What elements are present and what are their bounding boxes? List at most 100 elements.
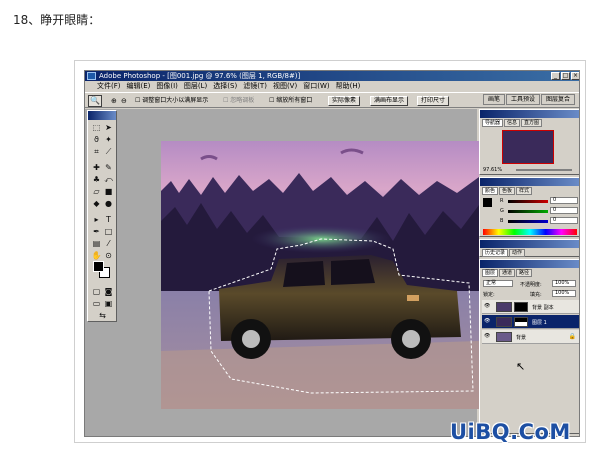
standard-mode-icon[interactable]: ▢: [91, 287, 102, 297]
layer-row-background-copy[interactable]: 👁 背景 副本: [482, 300, 579, 314]
eyedropper-icon[interactable]: ⁄: [103, 239, 114, 249]
menu-image[interactable]: 图像(I): [156, 81, 178, 92]
watermark: UiBQ.CoM: [450, 420, 571, 444]
dodge-tool-icon[interactable]: ●: [103, 199, 114, 209]
history-brush-icon[interactable]: ⤺: [103, 175, 114, 185]
navigator-zoom-slider[interactable]: [516, 169, 572, 171]
tab-history[interactable]: 历史记录: [482, 249, 509, 257]
green-slider[interactable]: [508, 210, 548, 213]
tab-channels[interactable]: 通道: [499, 269, 516, 277]
navigator-header[interactable]: [480, 110, 579, 118]
hand-tool-icon[interactable]: ✋: [91, 251, 102, 261]
history-header[interactable]: [480, 240, 579, 248]
visibility-eye-icon[interactable]: 👁: [484, 319, 490, 324]
menu-select[interactable]: 选择(S): [213, 81, 237, 92]
layer-row-layer-1[interactable]: 👁 图层 1: [482, 315, 579, 329]
slice-tool-icon[interactable]: ⟋: [103, 147, 114, 157]
layer-row-background[interactable]: 👁 背景 🔒: [482, 330, 579, 344]
menu-bar: 文件(F) 编辑(E) 图像(I) 图层(L) 选择(S) 滤镜(T) 视图(V…: [85, 81, 579, 92]
tab-layers[interactable]: 图层: [482, 269, 499, 277]
green-value[interactable]: 0: [550, 207, 578, 214]
menu-edit[interactable]: 编辑(E): [127, 81, 151, 92]
tab-info[interactable]: 信息: [504, 119, 521, 127]
palette-well: 画笔 工具预设 图层复合: [482, 94, 575, 105]
toolbox-header[interactable]: [88, 111, 116, 120]
layer-mask-thumbnail[interactable]: [514, 302, 528, 312]
clone-stamp-icon[interactable]: ♣: [91, 175, 102, 185]
brush-tool-icon[interactable]: ✎: [103, 163, 114, 173]
tab-navigator[interactable]: 导航器: [482, 119, 504, 127]
color-spectrum-bar[interactable]: [483, 229, 577, 235]
resize-windows-checkbox[interactable]: ☐ 调整窗口大小以满屏显示: [135, 96, 208, 106]
tab-layer-comps[interactable]: 图层复合: [540, 94, 575, 105]
zoom-in-icon[interactable]: ⊕: [111, 96, 117, 106]
blur-tool-icon[interactable]: ◆: [91, 199, 102, 209]
foreground-color-swatch[interactable]: [93, 261, 104, 272]
tab-styles[interactable]: 样式: [516, 187, 533, 195]
menu-help[interactable]: 帮助(H): [336, 81, 361, 92]
document-canvas[interactable]: [161, 141, 479, 409]
red-value[interactable]: 0: [550, 197, 578, 204]
zoom-out-icon[interactable]: ⊖: [121, 96, 127, 106]
shape-tool-icon[interactable]: □: [103, 227, 114, 237]
red-slider[interactable]: [508, 200, 548, 203]
title-bar[interactable]: Adobe Photoshop - [图001.jpg @ 97.6% (图层 …: [85, 71, 579, 81]
menu-layer[interactable]: 图层(L): [184, 81, 207, 92]
tab-brushes[interactable]: 画笔: [482, 94, 505, 105]
crop-tool-icon[interactable]: ⌗: [91, 147, 102, 157]
blend-mode-select[interactable]: 正常: [483, 280, 513, 287]
quick-mask-icon[interactable]: ◙: [103, 287, 114, 297]
imageready-icon[interactable]: ⇆: [97, 311, 108, 321]
lock-label: 锁定:: [483, 292, 495, 298]
visibility-eye-icon[interactable]: 👁: [484, 304, 490, 309]
menu-file[interactable]: 文件(F): [97, 81, 121, 92]
fill-input[interactable]: 100%: [552, 290, 576, 297]
blue-value[interactable]: 0: [550, 217, 578, 224]
eraser-tool-icon[interactable]: ▱: [91, 187, 102, 197]
navigator-zoom[interactable]: 97.61%: [483, 167, 502, 173]
healing-brush-icon[interactable]: ✚: [91, 163, 102, 173]
type-tool-icon[interactable]: T: [103, 215, 114, 225]
notes-tool-icon[interactable]: ▤: [91, 239, 102, 249]
magic-wand-icon[interactable]: ✦: [103, 135, 114, 145]
minimize-button[interactable]: _: [551, 72, 560, 80]
zoom-tool-icon[interactable]: 🔍: [88, 95, 102, 107]
color-foreground-swatch[interactable]: [483, 198, 492, 207]
tab-color[interactable]: 颜色: [482, 187, 499, 195]
maximize-button[interactable]: □: [561, 72, 570, 80]
opacity-input[interactable]: 100%: [552, 280, 576, 287]
close-button[interactable]: ×: [571, 72, 579, 80]
layer-mask-thumbnail[interactable]: [514, 317, 528, 327]
menu-filter[interactable]: 滤镜(T): [243, 81, 267, 92]
palette-dock: 导航器 信息 直方图 97.61% 颜色 色板 样式 R 0 G 0 B 0 历…: [479, 109, 579, 436]
fit-screen-button[interactable]: 满画布显示: [370, 96, 409, 106]
menu-window[interactable]: 窗口(W): [303, 81, 329, 92]
zoom-all-checkbox[interactable]: ☐ 缩放所有窗口: [269, 96, 312, 106]
lasso-tool-icon[interactable]: ϑ: [91, 135, 102, 145]
print-size-button[interactable]: 打印尺寸: [417, 96, 450, 106]
tab-paths[interactable]: 路径: [516, 269, 533, 277]
ignore-palettes-checkbox[interactable]: ☐ 忽略调板: [223, 96, 254, 106]
tab-histogram[interactable]: 直方图: [521, 119, 543, 127]
tab-swatches[interactable]: 色板: [499, 187, 516, 195]
marquee-tool-icon[interactable]: ⬚: [91, 123, 102, 133]
full-screen-icon[interactable]: ▣: [103, 299, 114, 309]
zoom-tool-icon-small[interactable]: ⊙: [103, 251, 114, 261]
tab-actions[interactable]: 动作: [509, 249, 526, 257]
opacity-label: 不透明度:: [520, 282, 542, 288]
layers-header[interactable]: [480, 260, 579, 268]
actual-pixels-button[interactable]: 实际像素: [328, 96, 361, 106]
screen-mode-icon[interactable]: ▭: [91, 299, 102, 309]
path-select-icon[interactable]: ▸: [91, 215, 102, 225]
navigator-preview[interactable]: [502, 130, 554, 164]
gradient-tool-icon[interactable]: ■: [103, 187, 114, 197]
visibility-eye-icon[interactable]: 👁: [484, 334, 490, 339]
tab-tool-presets[interactable]: 工具预设: [505, 94, 540, 105]
blue-slider[interactable]: [508, 220, 548, 223]
move-tool-icon[interactable]: ➤: [103, 123, 114, 133]
pen-tool-icon[interactable]: ✒: [91, 227, 102, 237]
color-header[interactable]: [480, 178, 579, 186]
photoshop-logo-icon: [87, 72, 96, 80]
color-palette: 颜色 色板 样式 R 0 G 0 B 0: [479, 177, 579, 237]
menu-view[interactable]: 视图(V): [273, 81, 297, 92]
